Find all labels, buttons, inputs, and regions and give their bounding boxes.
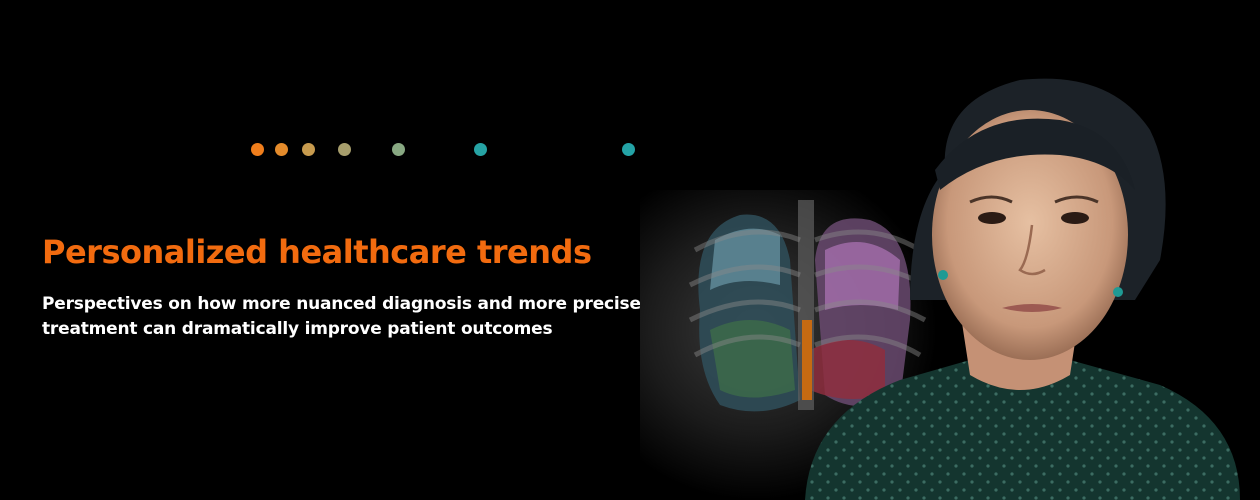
decorative-dot <box>302 143 315 156</box>
decorative-dot <box>622 143 635 156</box>
decorative-dot <box>338 143 351 156</box>
decorative-dot <box>275 143 288 156</box>
page-title: Personalized healthcare trends <box>42 233 592 271</box>
hero-banner: Personalized healthcare trends Perspecti… <box>0 0 1260 500</box>
page-subtitle: Perspectives on how more nuanced diagnos… <box>42 294 641 339</box>
portrait-with-lung-xray-image <box>640 78 1240 500</box>
decorative-dot <box>251 143 264 156</box>
decorative-dot <box>392 143 405 156</box>
decorative-dot <box>474 143 487 156</box>
